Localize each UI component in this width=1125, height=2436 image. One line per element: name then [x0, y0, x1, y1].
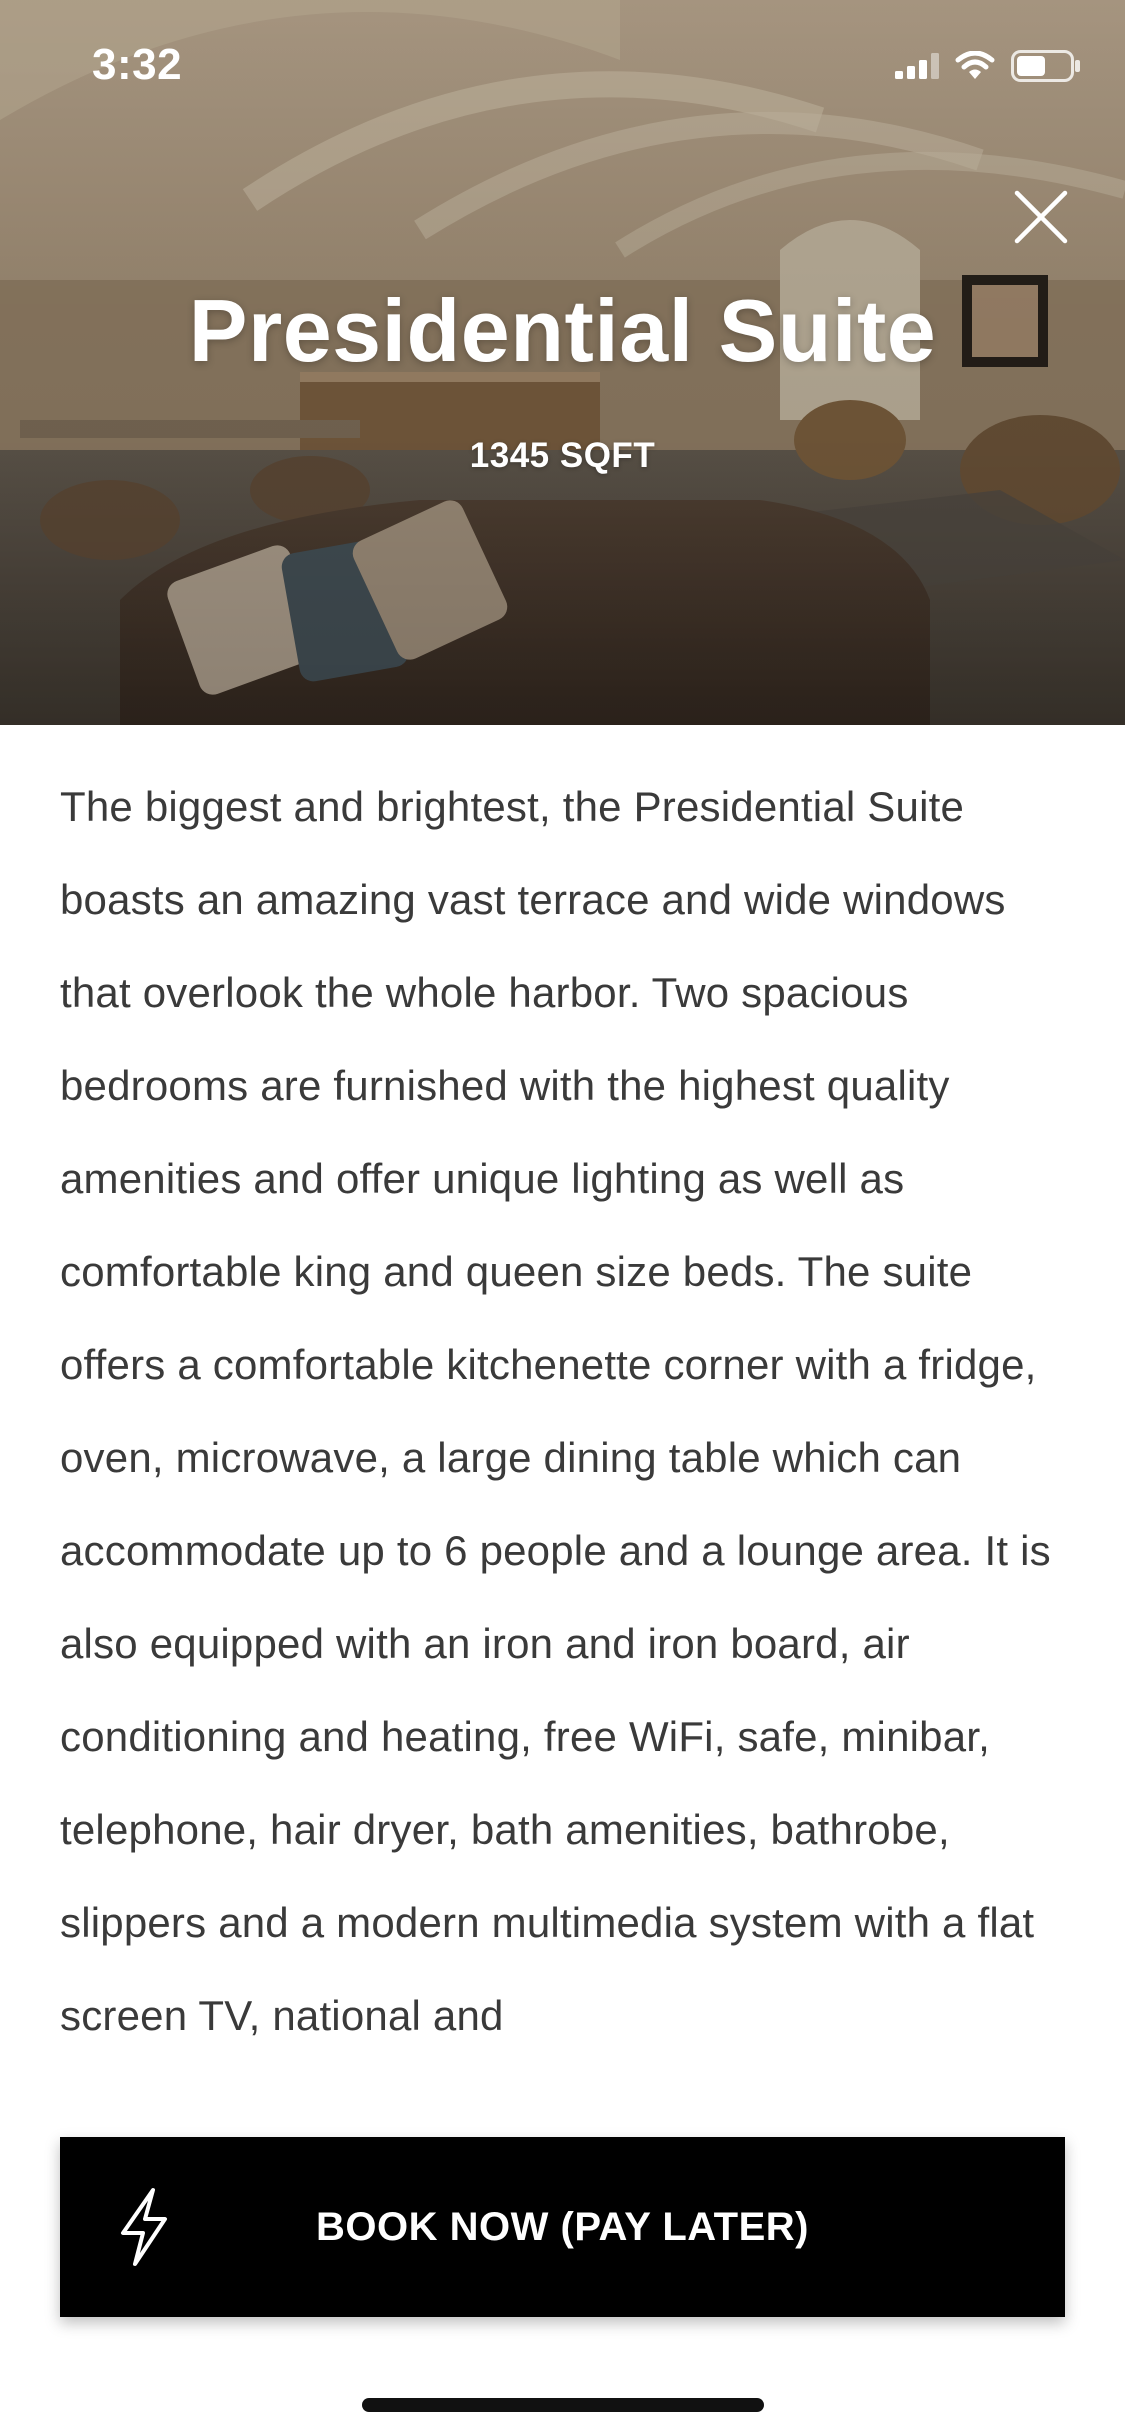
home-indicator[interactable] [362, 2398, 764, 2412]
status-time: 3:32 [92, 40, 183, 89]
close-icon [1014, 190, 1068, 244]
close-button[interactable] [1012, 188, 1070, 246]
book-now-label: BOOK NOW (PAY LATER) [316, 2205, 809, 2249]
cellular-signal-icon [895, 53, 939, 79]
wifi-icon [955, 51, 995, 79]
status-icons [895, 50, 1081, 82]
suite-description: The biggest and brightest, the President… [60, 783, 1051, 2039]
battery-icon [1011, 50, 1080, 82]
description-scroll[interactable]: The biggest and brightest, the President… [60, 760, 1080, 2110]
suite-size: 1345 SQFT [469, 436, 656, 475]
suite-title: Presidential Suite [188, 281, 937, 380]
book-now-button[interactable]: BOOK NOW (PAY LATER) [60, 2137, 1065, 2317]
